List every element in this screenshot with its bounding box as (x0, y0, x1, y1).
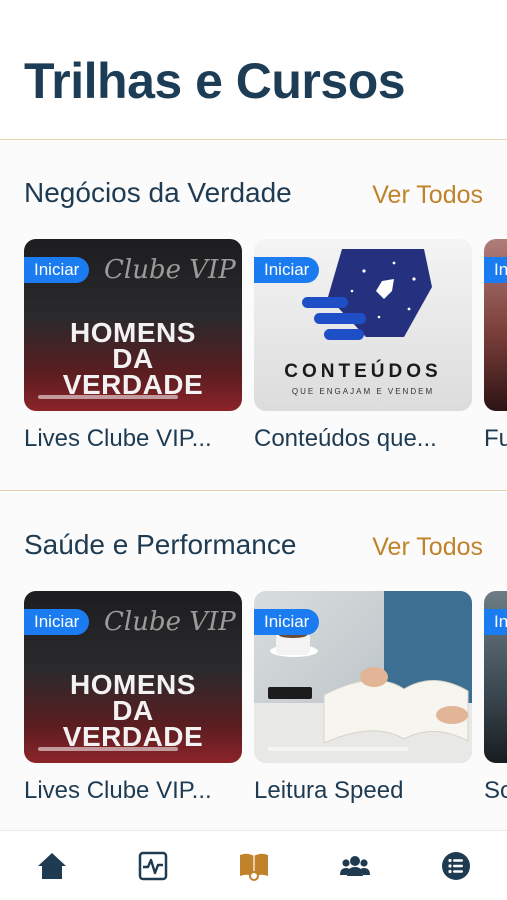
course-carousel[interactable]: Clube VIP HOMENS DA VERDADE Iniciar Live… (24, 239, 507, 469)
start-badge[interactable]: Iniciar (24, 257, 90, 283)
course-card[interactable]: Clube VIP HOMENS DA VERDADE Iniciar Live… (24, 591, 242, 804)
start-badge[interactable]: Iniciar (254, 609, 320, 635)
course-title: Lives Clube VIP... (24, 777, 212, 804)
section-negocios-da-verdade: Negócios da Verdade Ver Todos Clube VIP … (0, 141, 507, 491)
clube-vip-script: Clube VIP (104, 255, 236, 285)
course-carousel[interactable]: Clube VIP HOMENS DA VERDADE Iniciar Live… (24, 591, 507, 821)
course-title: Leitura Speed (254, 777, 404, 804)
course-thumbnail: Clube VIP HOMENS DA VERDADE Iniciar (24, 239, 242, 411)
page-title: Trilhas e Cursos (24, 53, 406, 109)
see-all-link[interactable]: Ver Todos (372, 533, 483, 562)
tab-community[interactable] (338, 849, 372, 883)
start-badge[interactable]: Ini (484, 257, 507, 283)
home-icon (38, 853, 66, 879)
section-title: Negócios da Verdade (24, 177, 292, 208)
thumb-tagline: QUE ENGAJAM E VENDEM (291, 387, 435, 396)
course-title: Lives Clube VIP... (24, 425, 212, 452)
tab-home[interactable] (35, 849, 69, 883)
course-title: So (484, 777, 507, 804)
course-title: Fu (484, 425, 507, 452)
progress-bar (38, 395, 178, 399)
clube-vip-script: Clube VIP (104, 607, 236, 637)
start-badge[interactable]: In (484, 609, 507, 635)
activity-monitor-icon (138, 851, 168, 881)
course-thumbnail: CONTEÚDOS QUE ENGAJAM E VENDEM Iniciar (254, 239, 472, 411)
see-all-link[interactable]: Ver Todos (372, 181, 483, 210)
community-group-icon (340, 856, 370, 876)
start-badge[interactable]: Iniciar (24, 609, 90, 635)
menu-list-icon (442, 852, 470, 880)
course-card[interactable]: Ini Fu (484, 239, 507, 452)
tab-courses[interactable] (237, 849, 271, 883)
progress-bar (268, 747, 408, 751)
progress-bar (38, 747, 178, 751)
thumb-wordmark: CONTEÚDOS (284, 361, 442, 382)
course-thumbnail: In (484, 591, 507, 763)
course-card[interactable]: CONTEÚDOS QUE ENGAJAM E VENDEM Iniciar C… (254, 239, 472, 452)
courses-book-icon (240, 853, 268, 881)
tab-menu[interactable] (439, 849, 473, 883)
course-thumbnail: Iniciar (254, 591, 472, 763)
course-thumbnail: Clube VIP HOMENS DA VERDADE Iniciar (24, 591, 242, 763)
course-card[interactable]: Iniciar Leitura Speed (254, 591, 472, 804)
course-card[interactable]: Clube VIP HOMENS DA VERDADE Iniciar Live… (24, 239, 242, 452)
bottom-tab-bar (0, 830, 507, 900)
section-saude-e-performance: Saúde e Performance Ver Todos Clube VIP … (0, 493, 507, 830)
tab-activity[interactable] (136, 849, 170, 883)
course-thumbnail: Ini (484, 239, 507, 411)
course-card[interactable]: In So (484, 591, 507, 804)
section-title: Saúde e Performance (24, 529, 297, 560)
course-title: Conteúdos que... (254, 425, 437, 452)
page-header: Trilhas e Cursos (0, 0, 507, 140)
start-badge[interactable]: Iniciar (254, 257, 320, 283)
